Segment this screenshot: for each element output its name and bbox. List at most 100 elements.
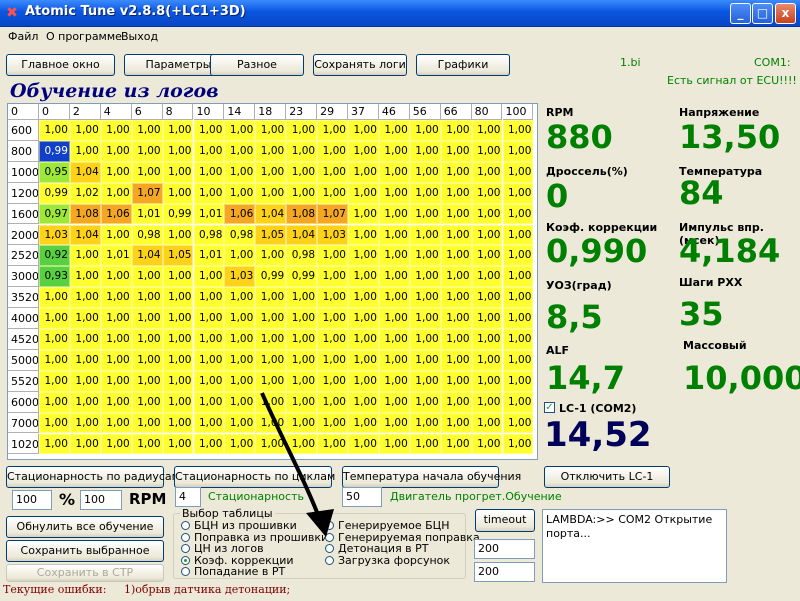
table-cell[interactable]: 1,00 (255, 245, 287, 267)
save-logs-button[interactable]: Сохранять логи (313, 54, 407, 76)
radio-button[interactable] (181, 544, 190, 553)
table-cell[interactable]: 1,00 (224, 120, 256, 141)
table-cell[interactable]: 1,00 (440, 329, 472, 350)
table-cell[interactable]: 1,00 (471, 245, 503, 267)
table-cell[interactable]: 1,00 (39, 308, 70, 329)
table-cell[interactable]: 1,00 (131, 391, 163, 413)
table-cell[interactable]: 0,99 (39, 182, 70, 204)
table-cell[interactable]: 1,01 (131, 203, 163, 225)
table-cell[interactable]: 1,00 (286, 349, 318, 371)
table-cell[interactable]: 1,00 (471, 182, 503, 204)
table-cell[interactable]: 1,04 (286, 224, 318, 246)
table-cell[interactable]: 1,00 (255, 182, 287, 204)
table-cell[interactable]: 1,00 (286, 329, 318, 350)
table-cell[interactable]: 1,00 (286, 140, 318, 162)
table-cell[interactable]: 1,00 (131, 308, 163, 329)
table-cell[interactable]: 1,00 (286, 161, 318, 183)
table-cell[interactable]: 1,00 (131, 329, 163, 350)
table-cell[interactable]: 1,00 (39, 287, 70, 309)
stationarity-radius-button[interactable]: Стационарность по радиусам (6, 466, 180, 488)
table-cell[interactable]: 1,00 (502, 120, 534, 141)
table-cell[interactable]: 1,00 (409, 245, 441, 267)
radio-button[interactable] (181, 532, 190, 542)
table-cell[interactable]: 1,00 (378, 433, 410, 455)
table-cell[interactable]: 1,00 (471, 140, 503, 162)
table-cell[interactable]: 1,00 (502, 245, 534, 267)
table-cell[interactable]: 1,00 (440, 245, 472, 267)
table-cell[interactable]: 1,00 (162, 266, 194, 288)
minimize-button[interactable]: _ (730, 3, 751, 24)
table-cell[interactable]: 1,00 (440, 308, 472, 329)
table-cell[interactable]: 1,00 (378, 370, 410, 392)
table-cell[interactable]: 1,00 (502, 308, 534, 329)
table-cell[interactable]: 1,00 (378, 182, 410, 204)
table-cell[interactable]: 1,00 (317, 161, 348, 183)
menu-about[interactable]: О программе (46, 30, 122, 43)
table-cell[interactable]: 1,00 (131, 349, 163, 371)
table-cell[interactable]: 1,00 (193, 182, 225, 204)
table-cell[interactable]: 1,00 (409, 203, 441, 225)
table-cell[interactable]: 1,00 (39, 329, 70, 350)
table-cell[interactable]: 1,00 (255, 140, 287, 162)
table-cell[interactable]: 1,00 (471, 391, 503, 413)
table-cell[interactable]: 1,00 (348, 308, 379, 329)
table-cell[interactable]: 1,00 (224, 308, 256, 329)
table-cell[interactable]: 1,00 (162, 329, 194, 350)
menu-file[interactable]: Файл (8, 30, 38, 43)
table-cell[interactable]: 1,00 (39, 120, 70, 141)
table-cell[interactable]: 1,00 (440, 182, 472, 204)
table-cell[interactable]: 1,00 (131, 433, 163, 455)
table-cell[interactable]: 1,00 (224, 329, 256, 350)
table-cell[interactable]: 1,01 (100, 245, 132, 267)
table-cell[interactable]: 1,00 (409, 329, 441, 350)
table-cell[interactable]: 1,00 (378, 391, 410, 413)
table-cell[interactable]: 1,00 (39, 433, 70, 455)
table-cell[interactable]: 1,07 (317, 203, 348, 225)
table-cell[interactable]: 1,00 (131, 161, 163, 183)
table-cell[interactable]: 1,00 (348, 329, 379, 350)
table-cell[interactable]: 1,00 (193, 433, 225, 455)
table-cell[interactable]: 0,98 (224, 224, 256, 246)
table-cell[interactable]: 1,00 (100, 120, 132, 141)
table-cell[interactable]: 1,00 (100, 224, 132, 246)
table-cell[interactable]: 1,00 (100, 308, 132, 329)
table-cell[interactable]: 1,08 (69, 203, 101, 225)
table-cell[interactable]: 1,00 (502, 433, 534, 455)
close-button[interactable]: x (775, 3, 796, 24)
table-cell[interactable]: 1,00 (286, 120, 318, 141)
table-cell[interactable]: 1,00 (471, 308, 503, 329)
table-cell[interactable]: 1,00 (440, 140, 472, 162)
table-cell[interactable]: 1,00 (162, 308, 194, 329)
table-cell[interactable]: 1,00 (224, 182, 256, 204)
table-cell[interactable]: 1,00 (162, 224, 194, 246)
table-cell[interactable]: 1,06 (224, 203, 256, 225)
table-cell[interactable]: 1,00 (440, 161, 472, 183)
table-cell[interactable]: 1,00 (502, 370, 534, 392)
table-cell[interactable]: 1,00 (348, 140, 379, 162)
table-cell[interactable]: 1,00 (162, 161, 194, 183)
table-cell[interactable]: 1,00 (131, 412, 163, 434)
table-cell[interactable]: 1,00 (502, 391, 534, 413)
table-cell[interactable]: 1,08 (286, 203, 318, 225)
maximize-button[interactable]: □ (752, 3, 773, 24)
table-cell[interactable]: 1,00 (286, 308, 318, 329)
table-cell[interactable]: 1,00 (471, 329, 503, 350)
disconnect-lc1-button[interactable]: Отключить LC-1 (544, 466, 670, 488)
table-cell[interactable]: 1,05 (162, 245, 194, 267)
table-cell[interactable]: 1,07 (131, 182, 163, 204)
table-cell[interactable]: 1,00 (502, 329, 534, 350)
table-cell[interactable]: 1,00 (317, 182, 348, 204)
table-cell[interactable]: 1,00 (317, 266, 348, 288)
table-cell[interactable]: 1,00 (502, 182, 534, 204)
table-cell[interactable]: 1,00 (39, 370, 70, 392)
table-cell[interactable]: 1,00 (348, 120, 379, 141)
table-cell[interactable]: 0,98 (131, 224, 163, 246)
table-cell[interactable]: 1,00 (471, 203, 503, 225)
table-cell[interactable]: 1,00 (162, 140, 194, 162)
stationarity-input[interactable]: 4 (175, 487, 201, 507)
table-cell[interactable]: 1,00 (162, 182, 194, 204)
table-cell[interactable]: 1,00 (69, 349, 101, 371)
table-cell[interactable]: 1,00 (39, 349, 70, 371)
table-cell[interactable]: 1,00 (100, 287, 132, 309)
table-cell[interactable]: 1,00 (348, 245, 379, 267)
